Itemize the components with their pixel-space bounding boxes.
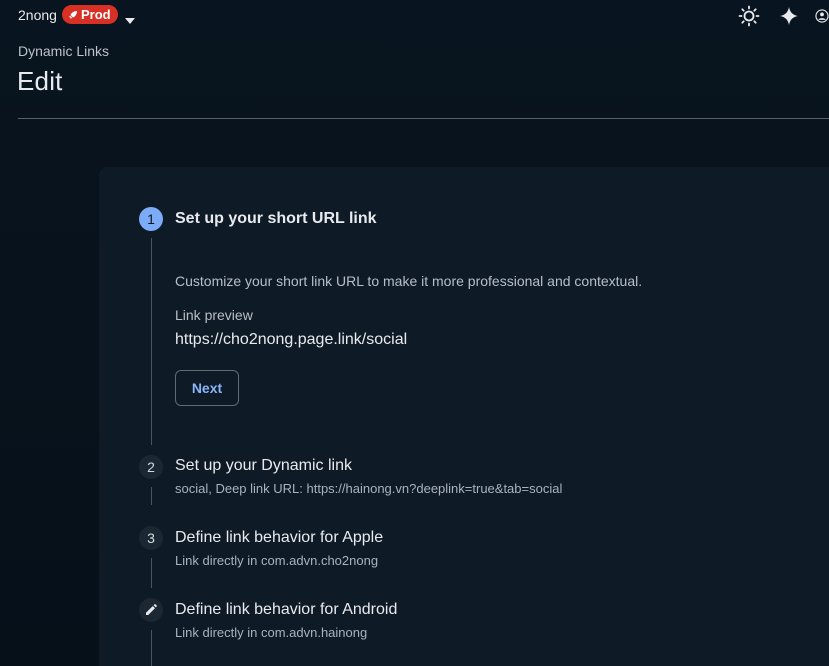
step-3-title[interactable]: Define link behavior for Apple	[175, 529, 383, 547]
header-divider	[18, 118, 829, 119]
environment-badge[interactable]: Prod	[62, 5, 118, 24]
top-bar: 2nong Prod	[0, 0, 829, 32]
person-icon[interactable]	[815, 4, 829, 28]
step-connector	[151, 558, 152, 588]
step-1-indicator: 1	[139, 207, 163, 231]
step-2-title[interactable]: Set up your Dynamic link	[175, 457, 352, 475]
step-4-indicator	[139, 598, 163, 622]
environment-label: Prod	[81, 7, 111, 22]
step-1-description: Customize your short link URL to make it…	[175, 273, 643, 289]
link-preview-label: Link preview	[175, 307, 253, 323]
link-preview-url: https://cho2nong.page.link/social	[175, 331, 408, 348]
sparkle-icon[interactable]	[777, 4, 801, 28]
step-3-indicator: 3	[139, 526, 163, 550]
brightness-icon[interactable]	[737, 4, 761, 28]
edit-icon	[145, 604, 157, 616]
stepper-card	[99, 167, 829, 666]
step-2-subtitle: social, Deep link URL: https://hainong.v…	[175, 481, 563, 496]
next-button[interactable]: Next	[175, 370, 239, 406]
step-4-title[interactable]: Define link behavior for Android	[175, 601, 397, 619]
step-connector	[151, 630, 152, 666]
step-connector	[151, 487, 152, 505]
step-3-subtitle: Link directly in com.advn.cho2nong	[175, 553, 379, 568]
step-connector	[151, 238, 152, 445]
page-title: Edit	[17, 66, 63, 96]
step-1-title[interactable]: Set up your short URL link	[175, 210, 377, 228]
step-2-indicator: 2	[139, 455, 163, 479]
step-4-subtitle: Link directly in com.advn.hainong	[175, 625, 368, 640]
caret-down-icon[interactable]	[125, 11, 135, 29]
app-root: 2nong Prod Dynamic Links Edit 1 Set up y…	[0, 0, 829, 666]
project-name[interactable]: 2nong	[18, 7, 57, 23]
rocket-icon	[68, 10, 78, 20]
breadcrumb[interactable]: Dynamic Links	[18, 43, 109, 59]
